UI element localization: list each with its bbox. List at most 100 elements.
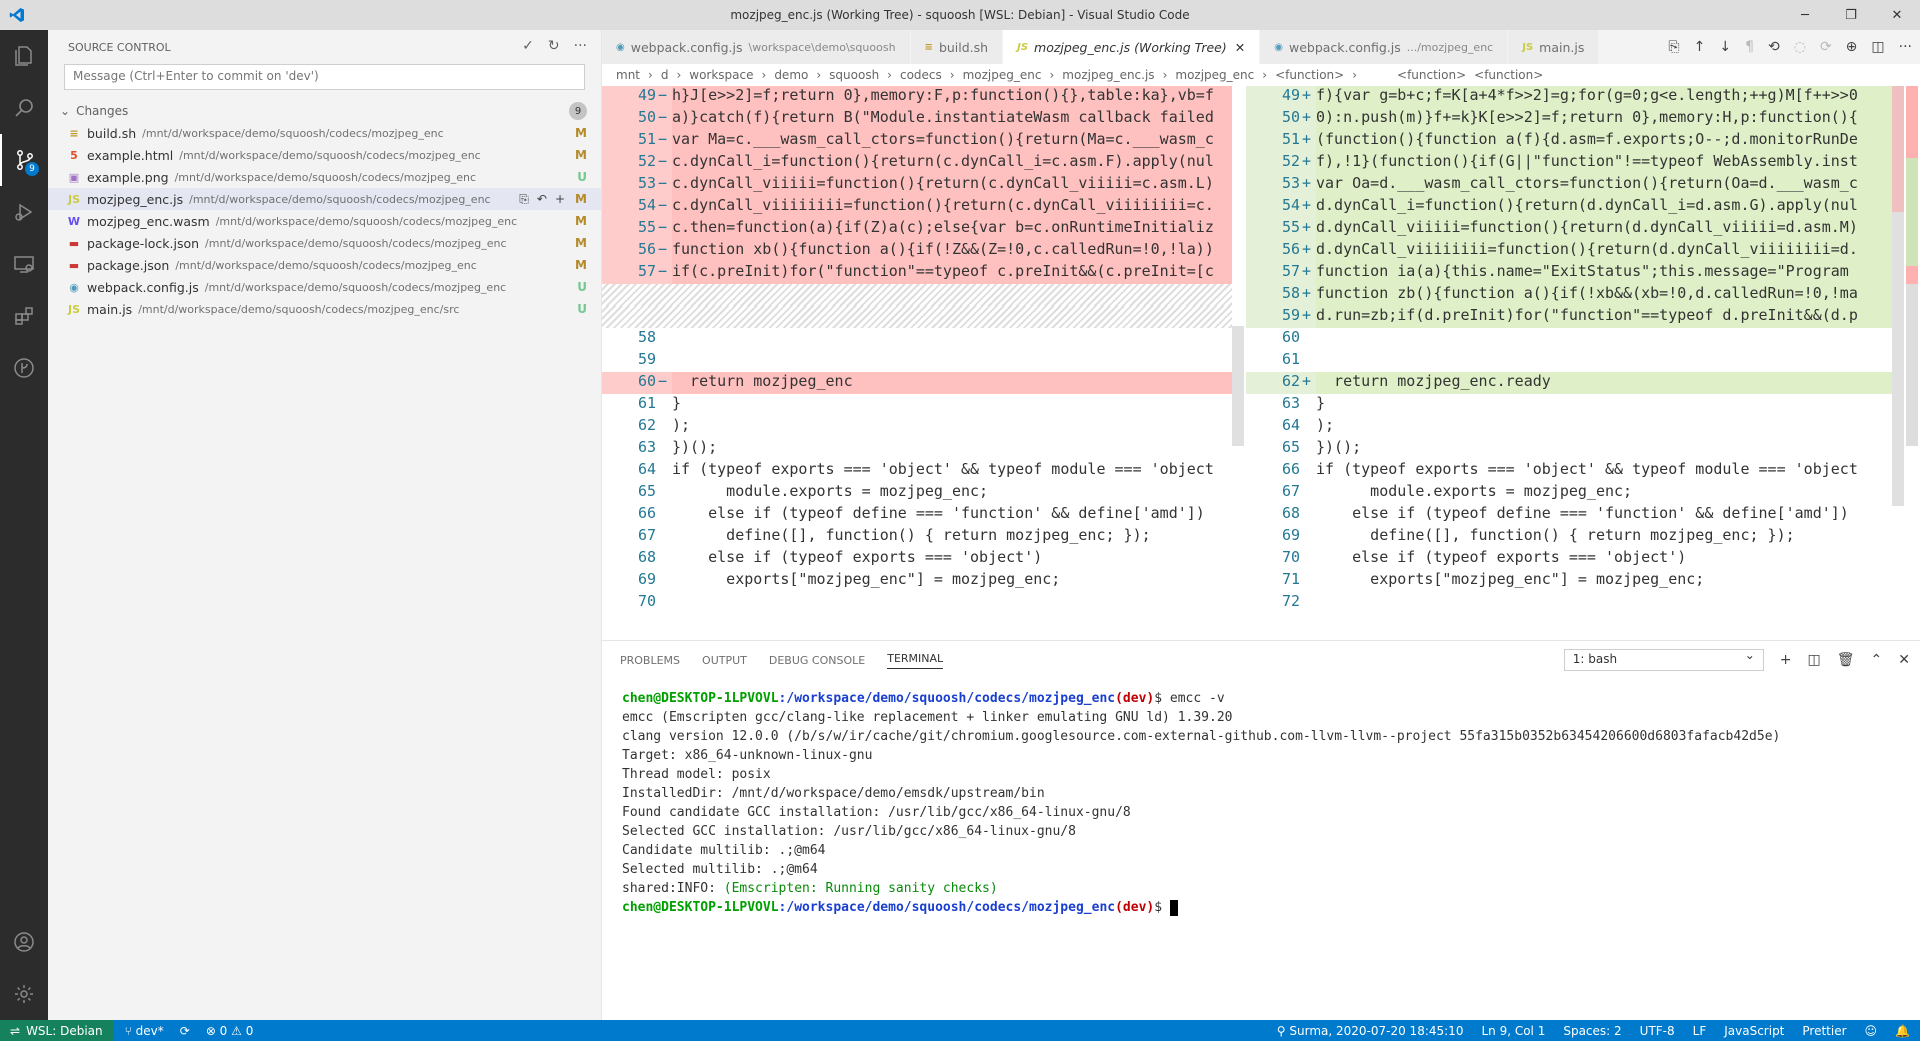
breadcrumb-item[interactable]: mozjpeg_enc	[963, 68, 1042, 82]
panel-tab-output[interactable]: OUTPUT	[702, 654, 747, 667]
diff-marker	[1302, 570, 1316, 592]
file-item[interactable]: ≡ build.sh/mnt/d/workspace/demo/squoosh/c…	[48, 122, 601, 144]
changes-group[interactable]: ⌄ Changes 9	[48, 100, 601, 122]
breadcrumb-item[interactable]: <function>	[1397, 68, 1466, 82]
paragraph-icon[interactable]: ¶	[1745, 39, 1754, 55]
prompt-path: :/workspace/demo/squoosh/codecs/mozjpeg_…	[778, 691, 1116, 706]
formatter[interactable]: Prettier	[1802, 1024, 1846, 1038]
minimize-button[interactable]: ─	[1782, 0, 1828, 30]
tab-4[interactable]: JS main.js	[1508, 30, 1600, 64]
file-item[interactable]: JS main.js/mnt/d/workspace/demo/squoosh/c…	[48, 298, 601, 320]
encoding[interactable]: UTF-8	[1640, 1024, 1675, 1038]
remote-explorer-icon[interactable]	[0, 238, 48, 290]
close-button[interactable]: ✕	[1874, 0, 1920, 30]
breadcrumb-item[interactable]: mozjpeg_enc	[1175, 68, 1254, 82]
file-item[interactable]: ▬ package.json/mnt/d/workspace/demo/squoo…	[48, 254, 601, 276]
run-debug-icon[interactable]	[0, 186, 48, 238]
eol[interactable]: LF	[1693, 1024, 1707, 1038]
blame-indicator[interactable]: ⚲ Surma, 2020-07-20 18:45:10	[1277, 1024, 1464, 1038]
diff-modified-pane[interactable]: 49 + f){var g=b+c;f=K[a+4*f>>2]=g;for(g=0;…	[1246, 86, 1892, 640]
panel-tab-terminal[interactable]: TERMINAL	[887, 652, 944, 669]
terminal-select[interactable]: 1: bash	[1563, 648, 1764, 671]
open-file-icon[interactable]: ⎘	[519, 192, 529, 207]
tab-3[interactable]: ◉ webpack.config.js .../mozjpeg_enc	[1260, 30, 1509, 64]
info-text: (Emscripten: Running sanity checks)	[723, 881, 998, 896]
search-icon[interactable]	[0, 82, 48, 134]
arrow-down-icon[interactable]: ↓	[1719, 39, 1731, 55]
maximize-panel-icon[interactable]: ⌃	[1871, 652, 1883, 668]
feedback-icon[interactable]: ☺	[1865, 1024, 1878, 1038]
revert-icon[interactable]: ⟲	[1768, 39, 1780, 55]
file-item[interactable]: ▣ example.png/mnt/d/workspace/demo/squoos…	[48, 166, 601, 188]
arrow-up-icon[interactable]: ↑	[1694, 39, 1706, 55]
split-terminal-icon[interactable]: ◫	[1808, 652, 1821, 668]
sync-icon[interactable]: ⟳	[180, 1024, 190, 1038]
stage-changes-icon[interactable]: +	[555, 192, 565, 207]
file-item[interactable]: Wmozjpeg_enc.wasm/mnt/d/workspace/demo/s…	[48, 210, 601, 232]
tab-1[interactable]: ≡ build.sh	[910, 30, 1004, 64]
commit-message-input[interactable]: Message (Ctrl+Enter to commit on 'dev')	[64, 64, 585, 90]
right-scrollbar[interactable]	[1892, 86, 1904, 506]
commit-check-icon[interactable]: ✓	[522, 38, 534, 54]
left-scrollbar[interactable]	[1232, 326, 1244, 446]
git-graph-icon[interactable]	[0, 342, 48, 394]
tab-0[interactable]: ◉ webpack.config.js \workspace\demo\squoos…	[602, 30, 911, 64]
breadcrumb-item[interactable]: <function>	[1474, 68, 1543, 82]
terminal[interactable]: chen@DESKTOP-1LPVOVL:/workspace/demo/squ…	[602, 679, 1920, 917]
account-icon[interactable]	[0, 916, 48, 968]
open-file-icon[interactable]: ⎘	[1668, 39, 1679, 55]
terminal-output: emcc (Emscripten gcc/clang-like replacem…	[622, 710, 1780, 877]
trash-icon[interactable]: 🗑	[1837, 652, 1855, 668]
breadcrumb-item[interactable]: demo	[774, 68, 808, 82]
line-number: 64	[1281, 416, 1300, 434]
diff-original-pane[interactable]: 49− h}J[e>>2]=f;return 0},memory:F,p:func…	[602, 86, 1232, 640]
breadcrumb-item[interactable]: workspace	[689, 68, 753, 82]
editor-more-icon[interactable]: ···	[1899, 39, 1912, 55]
breadcrumb-item[interactable]: d	[661, 68, 669, 82]
file-item[interactable]: ▬ package-lock.json/mnt/d/workspace/demo/…	[48, 232, 601, 254]
line-number	[602, 306, 658, 328]
new-terminal-icon[interactable]: +	[1780, 652, 1792, 668]
breadcrumb-item[interactable]: mnt	[616, 68, 640, 82]
file-item[interactable]: JS mozjpeg_enc.js/mnt/d/workspace/demo/sq…	[48, 188, 601, 210]
more-actions-icon[interactable]: ···	[574, 38, 587, 54]
breadcrumb-item[interactable]: codecs	[900, 68, 942, 82]
code-text: a)}catch(f){return B("Module.instantiate…	[672, 108, 1232, 130]
explorer-icon[interactable]	[0, 30, 48, 82]
line-number: 56	[1281, 240, 1300, 258]
problems-indicator[interactable]: ⊗ 0 ⚠ 0	[206, 1024, 254, 1038]
line-number: 67	[637, 526, 656, 544]
terminal-line: Selected multilib: .;@m64	[622, 862, 818, 877]
stage-icon[interactable]: ◌	[1794, 39, 1806, 55]
line-number: 61	[1281, 350, 1300, 368]
file-item[interactable]: 5 example.html/mnt/d/workspace/demo/squoo…	[48, 144, 601, 166]
tab-2[interactable]: JS mozjpeg_enc.js (Working Tree) ✕	[1003, 30, 1261, 64]
git-lens-icon[interactable]: ⊕	[1846, 39, 1858, 55]
language-mode[interactable]: JavaScript	[1724, 1024, 1784, 1038]
settings-gear-icon[interactable]	[0, 968, 48, 1020]
forward-icon[interactable]: ⟳	[1820, 39, 1832, 55]
refresh-icon[interactable]: ↻	[548, 38, 560, 54]
close-panel-icon[interactable]: ✕	[1898, 652, 1910, 668]
breadcrumb-item[interactable]: <function>	[1275, 68, 1344, 82]
diff-editor: ◉ webpack.config.js \workspace\demo\squoos…	[602, 30, 1920, 640]
line-number: 49	[637, 86, 656, 104]
diff-marker	[658, 548, 672, 570]
tab-close-icon[interactable]: ✕	[1235, 40, 1245, 55]
notifications-icon[interactable]: 🔔	[1895, 1024, 1910, 1038]
discard-changes-icon[interactable]: ↶	[537, 192, 547, 207]
split-editor-icon[interactable]: ◫	[1871, 39, 1884, 55]
file-item[interactable]: ◉ webpack.config.js/mnt/d/workspace/demo/…	[48, 276, 601, 298]
indentation[interactable]: Spaces: 2	[1563, 1024, 1621, 1038]
panel-tab-debug-console[interactable]: DEBUG CONSOLE	[769, 654, 865, 667]
extensions-icon[interactable]	[0, 290, 48, 342]
source-control-icon[interactable]: 9	[0, 134, 48, 186]
panel-tab-problems[interactable]: PROBLEMS	[620, 654, 680, 667]
branch-indicator[interactable]: ⑂ dev*	[125, 1024, 164, 1038]
cursor-position[interactable]: Ln 9, Col 1	[1481, 1024, 1545, 1038]
breadcrumb-item[interactable]: squoosh	[829, 68, 879, 82]
changes-badge: 9	[25, 162, 39, 176]
maximize-button[interactable]: ❐	[1828, 0, 1874, 30]
breadcrumb-item[interactable]: mozjpeg_enc.js	[1062, 68, 1154, 82]
remote-indicator[interactable]: ⇌ WSL: Debian	[0, 1020, 113, 1041]
